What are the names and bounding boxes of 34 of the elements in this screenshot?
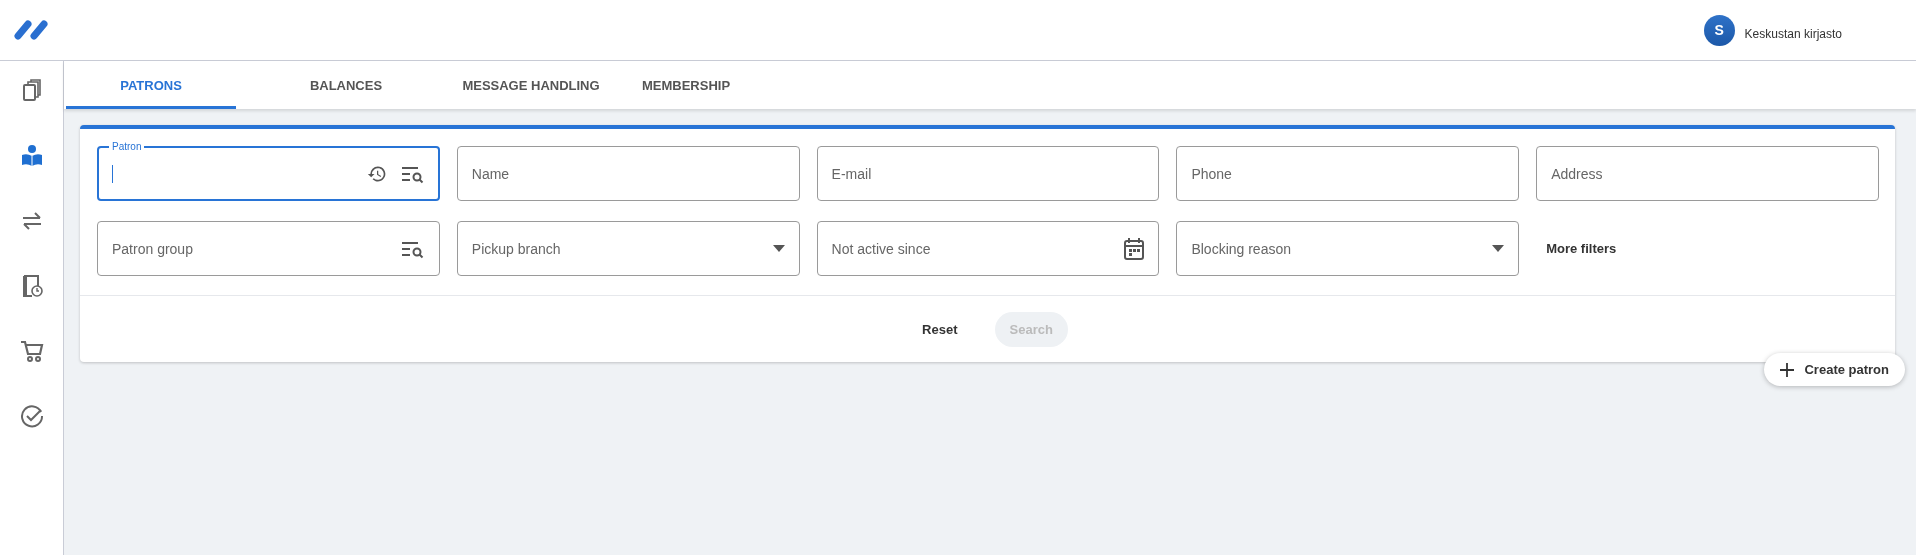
filter-field[interactable]: Phone xyxy=(1176,146,1520,201)
filter-field[interactable]: Name xyxy=(456,146,800,201)
tab[interactable]: MEMBERSHIP xyxy=(606,61,766,109)
plus-icon xyxy=(1780,362,1795,377)
app-logo[interactable] xyxy=(14,20,50,40)
calendar-icon[interactable] xyxy=(1124,237,1145,260)
field-placeholder: E-mail xyxy=(831,165,873,182)
filter-field[interactable]: Not active since xyxy=(816,221,1160,276)
field-placeholder: Pickup branch xyxy=(471,240,562,257)
field-placeholder: Patron group xyxy=(112,240,194,257)
filter-field[interactable]: E-mail xyxy=(816,146,1160,201)
field-placeholder: Blocking reason xyxy=(1191,240,1292,257)
caret-icon[interactable] xyxy=(1492,245,1505,252)
filter-field[interactable]: Address xyxy=(1536,146,1879,201)
field-placeholder: Not active since xyxy=(831,240,932,257)
tab[interactable]: BALANCES xyxy=(236,61,456,109)
user-name: Keskustan kirjasto xyxy=(1744,27,1842,41)
create-patron-button[interactable]: Create patron xyxy=(1764,353,1905,386)
filter-field[interactable]: Blocking reason xyxy=(1176,221,1520,276)
field-placeholder: Address xyxy=(1551,165,1604,182)
reader-icon[interactable] xyxy=(19,144,44,168)
cart-icon[interactable] xyxy=(19,339,44,363)
field-placeholder: Phone xyxy=(1191,165,1233,182)
user-avatar[interactable]: S xyxy=(1703,14,1735,46)
check-circle-icon[interactable] xyxy=(19,404,44,428)
filter-field[interactable]: Pickup branch xyxy=(456,221,800,276)
filter-field[interactable]: Patron group xyxy=(97,221,440,276)
more-filters-link[interactable]: More filters xyxy=(1546,241,1617,256)
reset-button[interactable]: Reset xyxy=(907,311,973,347)
caret-icon[interactable] xyxy=(772,245,785,252)
field-placeholder: Name xyxy=(471,165,511,182)
field-label: Patron xyxy=(109,141,145,153)
tab[interactable]: MESSAGE HANDLING xyxy=(456,61,606,109)
tab[interactable]: PATRONS xyxy=(66,61,236,109)
